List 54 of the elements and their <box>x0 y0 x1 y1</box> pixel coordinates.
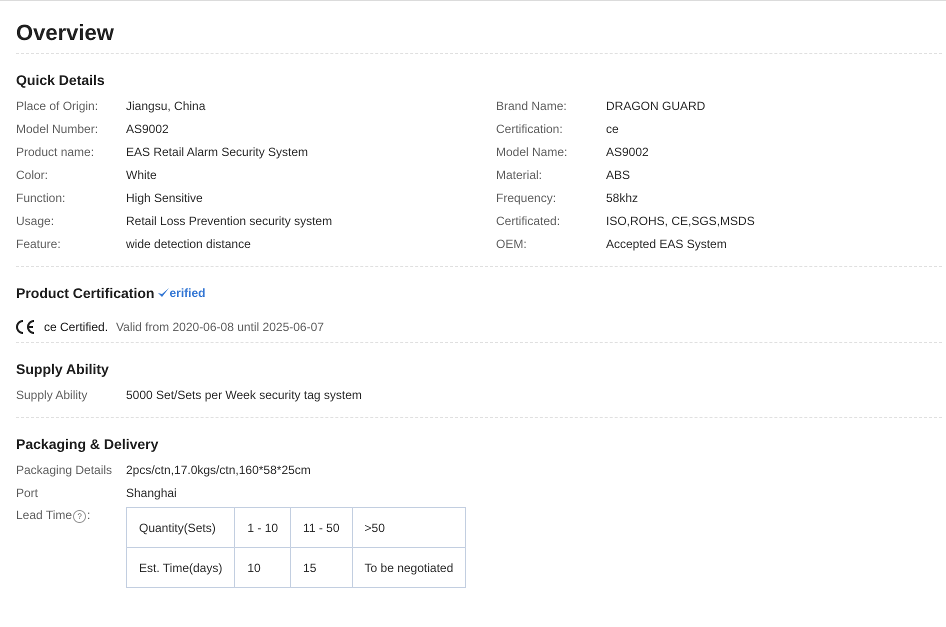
detail-value: 5000 Set/Sets per Week security tag system <box>126 387 362 404</box>
section-heading: Product Certification <box>16 284 154 302</box>
detail-value: Retail Loss Prevention security system <box>126 213 334 230</box>
table-cell: >50 <box>352 508 466 548</box>
verified-badge: erified <box>158 284 206 302</box>
detail-label: Lead Time <box>16 507 72 523</box>
detail-value: DRAGON GUARD <box>606 98 706 115</box>
detail-value: AS9002 <box>606 144 650 161</box>
detail-value: High Sensitive <box>126 190 204 207</box>
section-heading: Quick Details <box>16 71 106 89</box>
detail-label: Model Number: <box>16 121 100 138</box>
detail-value: White <box>126 167 158 184</box>
detail-label: Place of Origin: <box>16 98 100 115</box>
section-heading: Packaging & Delivery <box>16 435 160 453</box>
detail-value: 2pcs/ctn,17.0kgs/ctn,160*58*25cm <box>126 462 311 479</box>
ce-mark-icon <box>16 320 36 334</box>
detail-value: ce <box>606 121 620 138</box>
detail-label: Function: <box>16 190 66 207</box>
detail-value: EAS Retail Alarm Security System <box>126 144 310 161</box>
certificate-validity: Valid from 2020-06-08 until 2025-06-07 <box>116 320 324 334</box>
detail-label: Model Name: <box>496 144 568 161</box>
detail-label: Color: <box>16 167 50 184</box>
detail-label: Certification: <box>496 121 564 138</box>
detail-value: ABS <box>606 167 632 184</box>
help-icon[interactable]: ? <box>73 510 86 523</box>
table-cell: 10 <box>234 548 291 588</box>
certificate-name: ce Certified. <box>44 320 108 334</box>
detail-value: Accepted EAS System <box>606 236 728 253</box>
detail-label: Certificated: <box>496 213 562 230</box>
detail-value: ISO,ROHS, CE,SGS,MSDS <box>606 213 756 230</box>
table-cell: 11 - 50 <box>290 508 352 548</box>
detail-value: Shanghai <box>126 485 177 502</box>
table-cell: Est. Time(days) <box>126 548 235 588</box>
detail-label: Packaging Details <box>16 462 114 479</box>
table-cell: To be negotiated <box>352 548 466 588</box>
detail-label: Usage: <box>16 213 56 230</box>
detail-label: Port <box>16 485 40 502</box>
detail-value: AS9002 <box>126 121 170 138</box>
page-title: Overview <box>16 19 115 47</box>
detail-label: OEM: <box>496 236 528 253</box>
section-heading: Supply Ability <box>16 360 110 378</box>
detail-label: Feature: <box>16 236 62 253</box>
detail-label: Frequency: <box>496 190 558 207</box>
detail-label: Material: <box>496 167 544 184</box>
detail-value: 58khz <box>606 190 640 207</box>
detail-value: wide detection distance <box>126 236 252 253</box>
detail-label: Product name: <box>16 144 96 161</box>
table-cell: 15 <box>290 548 352 588</box>
detail-value: Jiangsu, China <box>126 98 206 115</box>
detail-label: Supply Ability <box>16 387 88 404</box>
table-cell: 1 - 10 <box>234 508 291 548</box>
detail-label: Brand Name: <box>496 98 568 115</box>
label-colon: : <box>87 507 90 523</box>
table-cell: Quantity(Sets) <box>126 508 235 548</box>
